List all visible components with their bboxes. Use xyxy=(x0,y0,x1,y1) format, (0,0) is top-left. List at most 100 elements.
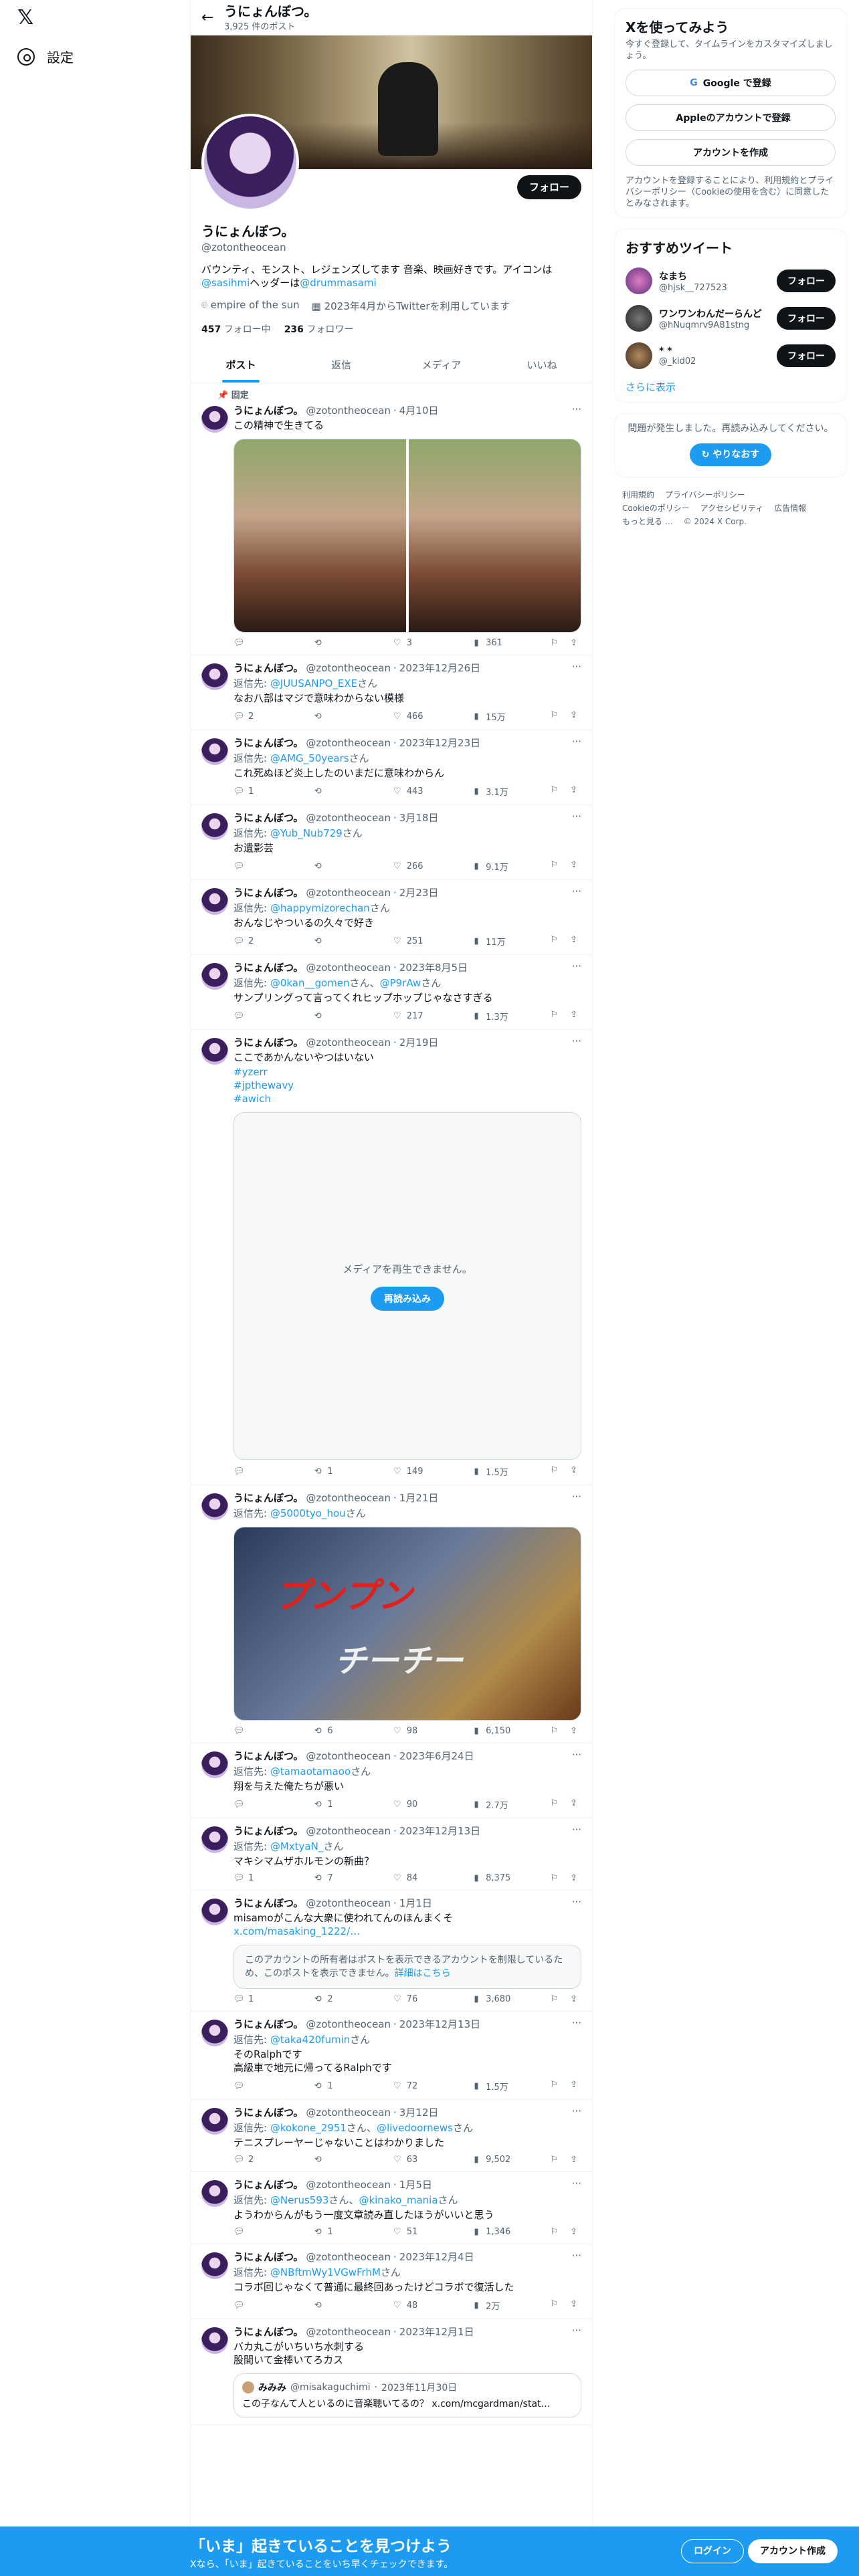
tweet[interactable]: うにょんぼつ。 @zotontheocean · 2023年12月13日 ··· 返信先:… xyxy=(191,2012,592,2100)
tweet-image[interactable] xyxy=(409,439,581,632)
reload-button[interactable]: 再読み込み xyxy=(371,1286,444,1311)
reply-button[interactable]: 💬︎ 2 xyxy=(233,935,280,948)
avatar[interactable] xyxy=(201,2252,228,2279)
bookmark-icon[interactable]: ⚐ xyxy=(550,2299,558,2312)
tweet-author-handle[interactable]: @zotontheocean xyxy=(306,1037,391,1049)
tweet[interactable]: うにょんぼつ。 @zotontheocean · 2023年12月1日 ··· バカ丸こが… xyxy=(191,2319,592,2425)
follow-button[interactable]: フォロー xyxy=(777,344,836,367)
tweet[interactable]: うにょんぼつ。 @zotontheocean · 2023年8月5日 ··· 返信先: @… xyxy=(191,955,592,1030)
share-icon[interactable]: ⇪ xyxy=(570,2227,577,2237)
views-button[interactable]: ▮ 15万 xyxy=(471,710,518,723)
reply-button[interactable]: 💬︎ xyxy=(233,1726,280,1736)
tweet[interactable]: うにょんぼつ。 @zotontheocean · 1月1日 ··· misamoがこんな大… xyxy=(191,1891,592,2012)
followers-link[interactable]: 236 フォロワー xyxy=(284,322,354,336)
reply-button[interactable]: 💬︎ 1 xyxy=(233,1994,280,2004)
reply-mention-link[interactable]: @P9rAw xyxy=(380,977,421,989)
more-options-icon[interactable]: ··· xyxy=(572,1035,581,1047)
more-options-icon[interactable]: ··· xyxy=(572,885,581,897)
like-button[interactable]: ♡ 72 xyxy=(392,2080,439,2092)
profile-avatar[interactable] xyxy=(201,114,299,211)
footer-link[interactable]: Cookieのポリシー xyxy=(622,504,690,513)
bookmark-icon[interactable]: ⚐ xyxy=(550,1010,558,1023)
avatar[interactable] xyxy=(201,1899,228,1925)
more-options-icon[interactable]: ··· xyxy=(572,1824,581,1836)
more-options-icon[interactable]: ··· xyxy=(572,1491,581,1503)
like-button[interactable]: ♡ 3 xyxy=(392,638,439,648)
avatar[interactable] xyxy=(201,2108,228,2135)
like-button[interactable]: ♡ 51 xyxy=(392,2227,439,2237)
more-options-icon[interactable]: ··· xyxy=(572,403,581,415)
more-options-icon[interactable]: ··· xyxy=(572,736,581,748)
retweet-button[interactable]: ⟲ xyxy=(312,785,359,798)
tweet-date[interactable]: 1月1日 xyxy=(399,1896,432,1910)
more-options-icon[interactable]: ··· xyxy=(572,1896,581,1908)
views-button[interactable]: ▮ 11万 xyxy=(471,935,518,948)
tweet-author-handle[interactable]: @zotontheocean xyxy=(306,1897,391,1909)
bookmark-icon[interactable]: ⚐ xyxy=(550,638,558,648)
reply-button[interactable]: 💬︎ xyxy=(233,2080,280,2092)
views-button[interactable]: ▮ 3,680 xyxy=(471,1994,518,2004)
reply-mention-link[interactable]: @happymizorechan xyxy=(270,902,370,914)
retweet-button[interactable]: ⟲ 6 xyxy=(312,1726,359,1736)
tweet[interactable]: うにょんぼつ。 @zotontheocean · 2023年12月26日 ··· 返信先:… xyxy=(191,655,592,730)
more-options-icon[interactable]: ··· xyxy=(572,960,581,972)
more-options-icon[interactable]: ··· xyxy=(572,2325,581,2337)
retweet-button[interactable]: ⟲ xyxy=(312,1010,359,1023)
more-options-icon[interactable]: ··· xyxy=(572,811,581,823)
nav-settings-link[interactable]: 設定 xyxy=(17,47,74,66)
tweet-author-name[interactable]: うにょんぼつ。 xyxy=(233,403,303,417)
tweet[interactable]: うにょんぼつ。 @zotontheocean · 3月12日 ··· 返信先: @koko… xyxy=(191,2100,592,2172)
like-button[interactable]: ♡ 84 xyxy=(392,1873,439,1883)
avatar[interactable] xyxy=(201,738,228,765)
tweet[interactable]: うにょんぼつ。 @zotontheocean · 2月19日 ··· ここであかんないやつ… xyxy=(191,1030,592,1485)
tweet-date[interactable]: 3月12日 xyxy=(399,2105,439,2119)
recommended-user[interactable]: なまち @hjsk__727523 フォロー xyxy=(626,267,836,294)
tweet-media[interactable] xyxy=(233,439,581,633)
more-options-icon[interactable]: ··· xyxy=(572,1749,581,1761)
retweet-button[interactable]: ⟲ xyxy=(312,935,359,948)
tweet-date[interactable]: 2023年8月5日 xyxy=(399,960,468,974)
share-icon[interactable]: ⇪ xyxy=(570,710,577,723)
like-button[interactable]: ♡ 443 xyxy=(392,785,439,798)
share-icon[interactable]: ⇪ xyxy=(570,1465,577,1478)
tweet-author-handle[interactable]: @zotontheocean xyxy=(306,2179,391,2191)
like-button[interactable]: ♡ 76 xyxy=(392,1994,439,2004)
tweet-author-handle[interactable]: @zotontheocean xyxy=(306,737,391,749)
tweet[interactable]: うにょんぼつ。 @zotontheocean · 2023年6月24日 ··· 返信先: … xyxy=(191,1743,592,1818)
bookmark-icon[interactable]: ⚐ xyxy=(550,2227,558,2237)
avatar[interactable] xyxy=(201,1493,228,1520)
views-button[interactable]: ▮ 361 xyxy=(471,638,518,648)
footer-link[interactable]: アクセシビリティ xyxy=(700,504,764,513)
share-icon[interactable]: ⇪ xyxy=(570,2080,577,2092)
tweet-date[interactable]: 2023年12月4日 xyxy=(399,2250,474,2264)
like-button[interactable]: ♡ 466 xyxy=(392,710,439,723)
footer-link[interactable]: 広告情報 xyxy=(774,504,806,513)
bio-mention-link[interactable]: @sasihmi xyxy=(201,277,250,289)
bookmark-icon[interactable]: ⚐ xyxy=(550,2155,558,2165)
tweet-author-handle[interactable]: @zotontheocean xyxy=(306,812,391,824)
quoted-tweet[interactable]: みみみ @misakaguchimi · 2023年11月30日 この子なんて人といるの… xyxy=(233,2373,581,2418)
tweet-date[interactable]: 2月19日 xyxy=(399,1035,439,1049)
reply-mention-link[interactable]: @livedoornews xyxy=(377,2122,453,2134)
tweet-author-name[interactable]: うにょんぼつ。 xyxy=(233,960,303,974)
retweet-button[interactable]: ⟲ 7 xyxy=(312,1873,359,1883)
reply-mention-link[interactable]: @0kan__gomen xyxy=(270,977,350,989)
share-icon[interactable]: ⇪ xyxy=(570,1010,577,1023)
tweet-date[interactable]: 4月10日 xyxy=(399,403,439,417)
more-options-icon[interactable]: ··· xyxy=(572,2105,581,2117)
like-button[interactable]: ♡ 217 xyxy=(392,1010,439,1023)
reply-button[interactable]: 💬︎ xyxy=(233,860,280,873)
recommended-user[interactable]: ワンワンわんだーらんど @hNuqmrv9A81stng フォロー xyxy=(626,305,836,332)
tweet-author-name[interactable]: うにょんぼつ。 xyxy=(233,2105,303,2119)
reply-button[interactable]: 💬︎ 2 xyxy=(233,710,280,723)
avatar[interactable] xyxy=(201,2020,228,2046)
apple-signup-button[interactable]: Appleのアカウントで登録 xyxy=(626,104,836,131)
tweet[interactable]: うにょんぼつ。 @zotontheocean · 2023年12月23日 ··· 返信先:… xyxy=(191,730,592,805)
reply-button[interactable]: 💬︎ xyxy=(233,2227,280,2237)
tweet[interactable]: うにょんぼつ。 @zotontheocean · 2023年12月4日 ··· 返信先: … xyxy=(191,2244,592,2319)
tweet-author-handle[interactable]: @zotontheocean xyxy=(306,962,391,974)
reply-button[interactable]: 💬︎ 1 xyxy=(233,785,280,798)
more-options-icon[interactable]: ··· xyxy=(572,2250,581,2262)
views-button[interactable]: ▮ 9.1万 xyxy=(471,860,518,873)
bookmark-icon[interactable]: ⚐ xyxy=(550,785,558,798)
